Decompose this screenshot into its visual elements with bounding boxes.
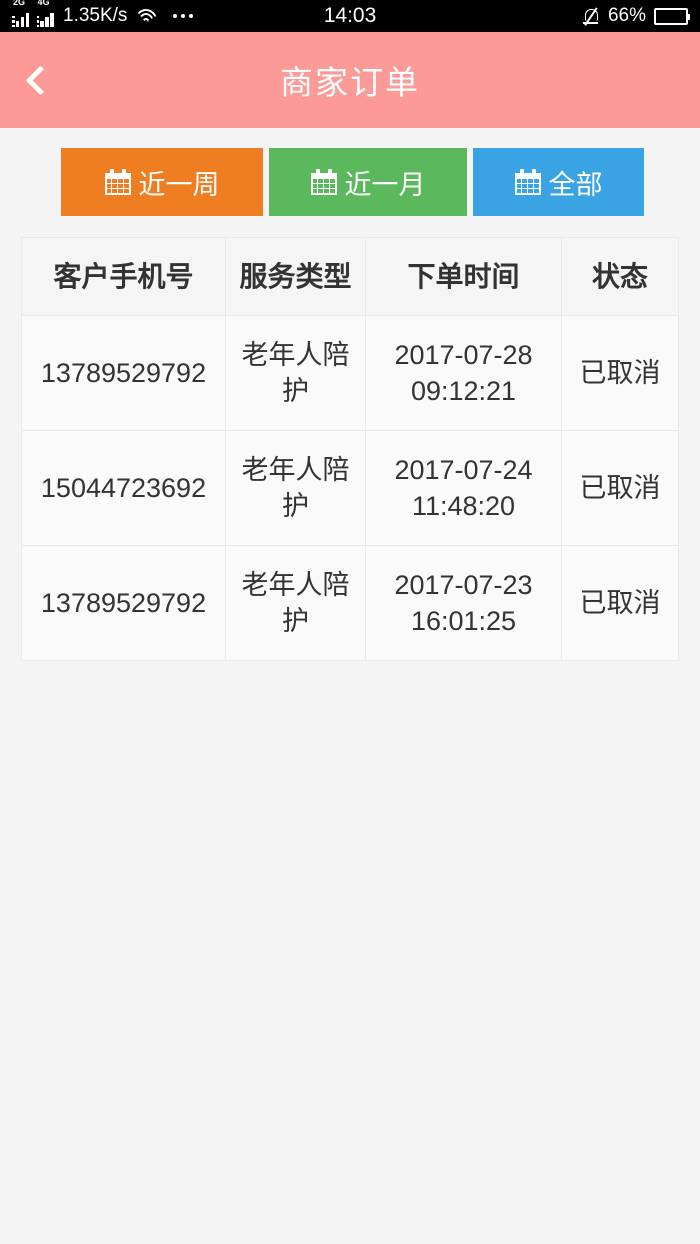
battery-percent-label: 66% — [607, 5, 646, 26]
signal-dots — [12, 11, 15, 27]
cell-service: 老年人陪护 — [225, 545, 366, 661]
filter-button-row: 近一周 近一月 全部 — [0, 128, 700, 216]
cell-phone: 13789529792 — [21, 315, 226, 431]
table-header-row: 客户手机号 服务类型 下单时间 状态 — [21, 237, 679, 316]
more-dots-icon — [173, 14, 194, 18]
app-header: 商家订单 — [0, 32, 700, 128]
orders-table-container: 客户手机号 服务类型 下单时间 状态 13789529792 老年人陪护 201… — [21, 237, 679, 661]
orders-table-body: 13789529792 老年人陪护 2017-07-28 09:12:21 已取… — [21, 315, 679, 661]
status-bar-left: 2G 4G 1.35K/s — [12, 0, 194, 27]
column-header-service: 服务类型 — [225, 237, 366, 316]
status-bar-right: 66% — [582, 5, 690, 27]
signal-2g-icon: 2G — [12, 0, 31, 27]
status-bar: 2G 4G 1.35K/s 14:03 66% — [0, 0, 700, 32]
filter-last-month-button[interactable]: 近一月 — [269, 148, 467, 216]
orders-table: 客户手机号 服务类型 下单时间 状态 13789529792 老年人陪护 201… — [21, 237, 679, 661]
orders-table-head: 客户手机号 服务类型 下单时间 状态 — [21, 237, 679, 316]
chevron-left-icon — [25, 65, 55, 95]
filter-last-week-button[interactable]: 近一周 — [61, 148, 263, 216]
back-button[interactable] — [14, 32, 66, 128]
cell-time: 2017-07-23 16:01:25 — [365, 545, 562, 661]
column-header-time: 下单时间 — [365, 237, 562, 316]
calendar-icon — [310, 169, 337, 195]
wifi-icon — [134, 7, 159, 25]
network-speed-label: 1.35K/s — [63, 5, 128, 26]
signal-2g-label: 2G — [13, 0, 26, 7]
filter-all-button[interactable]: 全部 — [473, 148, 644, 216]
cell-service: 老年人陪护 — [225, 430, 366, 546]
cell-time: 2017-07-24 11:48:20 — [365, 430, 562, 546]
cell-time: 2017-07-28 09:12:21 — [365, 315, 562, 431]
cell-service: 老年人陪护 — [225, 315, 366, 431]
signal-4g-icon: 4G — [36, 0, 56, 27]
filter-last-week-label: 近一周 — [138, 169, 220, 200]
filter-all-label: 全部 — [548, 169, 603, 200]
cell-status: 已取消 — [561, 545, 679, 661]
calendar-icon — [104, 169, 131, 195]
page-title: 商家订单 — [280, 64, 420, 101]
table-row[interactable]: 15044723692 老年人陪护 2017-07-24 11:48:20 已取… — [21, 430, 679, 546]
cell-phone: 15044723692 — [21, 430, 226, 546]
calendar-icon — [514, 169, 541, 195]
bell-muted-icon — [582, 6, 600, 26]
cell-phone: 13789529792 — [21, 545, 226, 661]
column-header-phone: 客户手机号 — [21, 237, 226, 316]
column-header-status: 状态 — [561, 237, 679, 316]
battery-icon — [654, 7, 690, 25]
signal-4g-label: 4G — [37, 0, 50, 7]
table-row[interactable]: 13789529792 老年人陪护 2017-07-28 09:12:21 已取… — [21, 315, 679, 431]
signal-dots — [36, 11, 39, 27]
cell-status: 已取消 — [561, 315, 679, 431]
table-row[interactable]: 13789529792 老年人陪护 2017-07-23 16:01:25 已取… — [21, 545, 679, 661]
filter-last-month-label: 近一月 — [344, 169, 426, 200]
cell-status: 已取消 — [561, 430, 679, 546]
